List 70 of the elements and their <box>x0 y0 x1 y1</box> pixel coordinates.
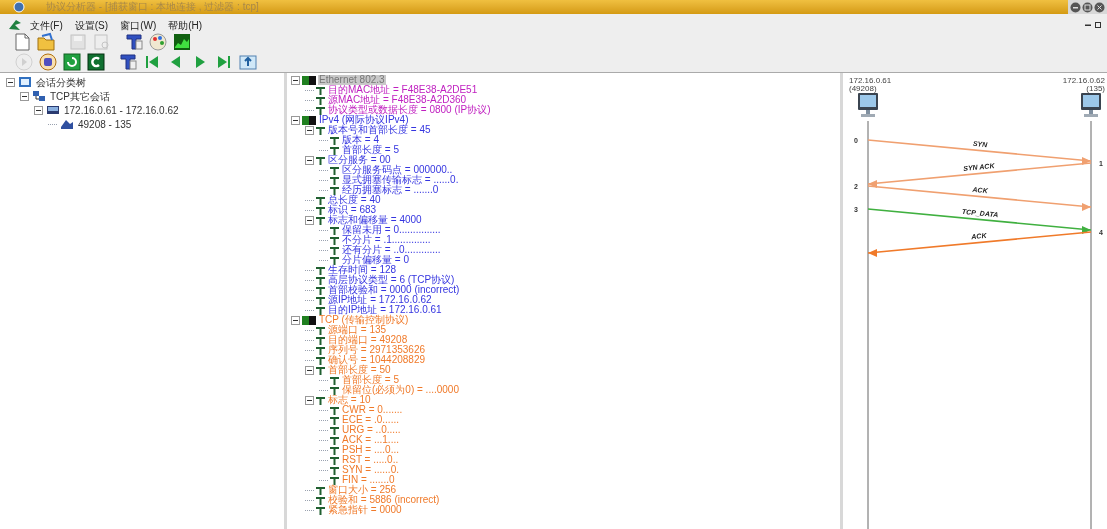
tree-item[interactable]: 标志和偏移量 = 4000 <box>327 215 423 225</box>
tree-item[interactable]: IPv4 (网际协议IPv4) <box>318 115 410 125</box>
tree-item[interactable]: 高层协议类型 = 6 (TCP协议) <box>327 275 456 285</box>
collapse-icon[interactable] <box>305 155 314 165</box>
tree-item[interactable]: 还有分片 = ..0............. <box>341 245 442 255</box>
tree-item[interactable]: 总长度 = 40 <box>327 195 382 205</box>
network-icon <box>32 90 46 102</box>
collapse-icon[interactable] <box>291 315 300 325</box>
tree-item[interactable]: 标识 = 683 <box>327 205 378 215</box>
collapse-icon[interactable] <box>305 365 314 375</box>
host-port: (49208) <box>849 84 877 93</box>
collapse-icon[interactable] <box>305 125 314 135</box>
tree-item[interactable]: 分片偏移量 = 0 <box>341 255 410 265</box>
tree-item[interactable]: 经历拥塞标志 = .......0 <box>341 185 440 195</box>
collapse-icon[interactable] <box>291 75 300 85</box>
tree-item[interactable]: 显式拥塞传输标志 = ......0. <box>341 175 460 185</box>
filter-icon[interactable] <box>124 32 144 52</box>
tree-item[interactable]: 目的MAC地址 = F48E38-A2DE51 <box>327 85 479 95</box>
folder-icon <box>18 76 32 88</box>
host-port: (135) <box>1086 84 1105 93</box>
monitor-icon <box>1081 93 1101 117</box>
tree-item[interactable]: 49208 - 135 <box>77 116 133 132</box>
computer-icon <box>46 104 60 116</box>
menu-item[interactable]: 设置(S) <box>74 17 109 33</box>
clear-icon[interactable] <box>86 52 106 72</box>
book-icon <box>302 115 316 125</box>
tree-item[interactable]: 区分服务 = 00 <box>327 155 392 165</box>
app-logo-icon <box>8 19 22 31</box>
collapse-icon[interactable] <box>291 115 300 125</box>
menu-item[interactable]: 帮助(H) <box>168 17 203 33</box>
collapse-icon[interactable] <box>20 91 29 101</box>
tree-item[interactable]: 目的IP地址 = 172.16.0.61 <box>327 305 443 315</box>
tree-item[interactable]: 源MAC地址 = F48E38-A2D360 <box>327 95 468 105</box>
tree-item[interactable]: 首部校验和 = 0000 (incorrect) <box>327 285 461 295</box>
menu-item[interactable]: 文件(F) <box>30 17 63 33</box>
close-icon[interactable] <box>1094 1 1105 13</box>
collapse-icon[interactable] <box>305 215 314 225</box>
filter-icon[interactable] <box>118 52 138 72</box>
collapse-icon[interactable] <box>6 77 15 87</box>
tree-item[interactable]: TCP其它会话 <box>49 88 111 104</box>
stop-icon[interactable] <box>38 52 58 72</box>
tree-item[interactable]: 版本号和首部长度 = 45 <box>327 125 432 135</box>
chart-icon[interactable] <box>172 32 192 52</box>
palette-icon[interactable] <box>148 32 168 52</box>
tree-item[interactable]: 保留未用 = 0............... <box>341 225 442 235</box>
refresh-icon[interactable] <box>62 52 82 72</box>
tree-item[interactable]: 区分服务码点 = 000000.. <box>341 165 454 175</box>
export-icon[interactable] <box>238 52 258 72</box>
host-address: 172.16.0.61 <box>849 76 892 85</box>
collapse-icon[interactable] <box>305 395 314 405</box>
tree-item[interactable]: 源IP地址 = 172.16.0.62 <box>327 295 433 305</box>
monitor-icon <box>858 93 878 117</box>
minimize-icon[interactable] <box>1070 1 1081 13</box>
book-icon <box>302 315 316 325</box>
tree-item[interactable]: 会话分类树 <box>35 74 87 90</box>
host-address: 172.16.0.62 <box>1062 76 1105 85</box>
app-icon <box>12 1 26 13</box>
book-icon <box>302 75 316 85</box>
tree-item[interactable]: 生存时间 = 128 <box>327 265 398 275</box>
restore-icon[interactable] <box>1082 1 1093 13</box>
new-file-icon[interactable] <box>12 32 32 52</box>
collapse-icon[interactable] <box>34 105 43 115</box>
tree-item[interactable]: 172.16.0.61 - 172.16.0.62 <box>63 102 180 118</box>
tree-item[interactable]: 版本 = 4 <box>341 135 380 145</box>
menu-item[interactable]: 窗口(W) <box>120 17 157 33</box>
tree-item[interactable]: 协议类型或数据长度 = 0800 (IP协议) <box>327 105 492 115</box>
restore-icon[interactable] <box>1095 21 1101 29</box>
tree-item[interactable]: 首部长度 = 5 <box>341 145 400 155</box>
folder-icon[interactable] <box>36 32 56 52</box>
tree-item[interactable]: 不分片 = .1.............. <box>341 235 432 245</box>
